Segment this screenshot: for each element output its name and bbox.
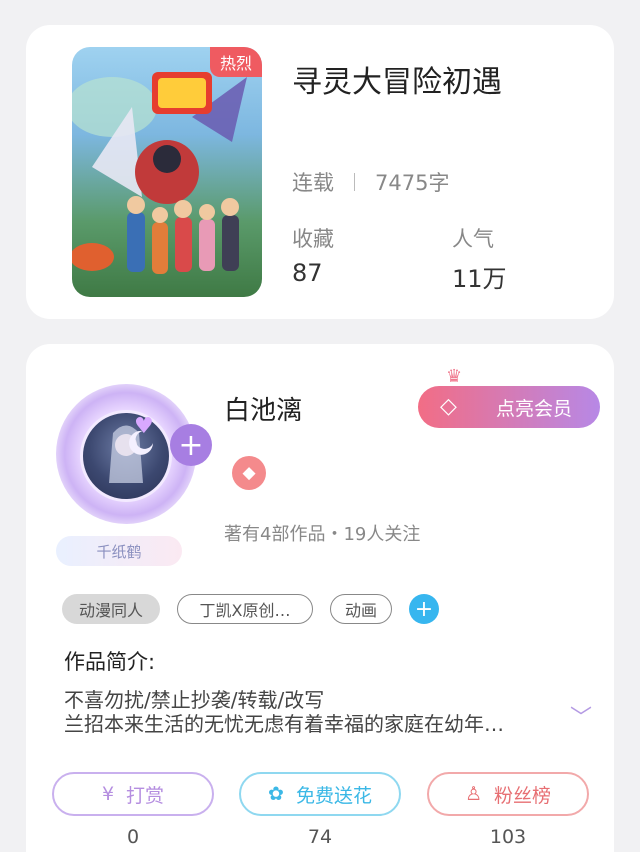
tag-item[interactable]: 丁凯X原创… xyxy=(177,594,313,624)
tag-item[interactable]: 动画 xyxy=(330,594,392,624)
book-cover-image[interactable]: 热烈 xyxy=(72,47,262,297)
yen-icon: ¥ xyxy=(101,783,115,805)
flower-icon: ✿ xyxy=(268,783,284,805)
intro-line: 兰招本来生活的无忧无虑有着幸福的家庭在幼年… xyxy=(64,712,504,736)
intro-line: 不喜勿扰/禁止抄袭/转载/改写 xyxy=(64,688,325,712)
serial-status: 连载 xyxy=(292,171,334,195)
divider xyxy=(354,173,355,191)
fans-icon: ♙ xyxy=(464,783,483,805)
intro-text: 不喜勿扰/禁止抄袭/转载/改写 兰招本来生活的无忧无虑有着幸福的家庭在幼年… xyxy=(64,688,544,736)
follow-plus-icon[interactable]: + xyxy=(170,424,212,466)
reward-label: 打赏 xyxy=(126,784,165,807)
vip-button-label: 点亮会员 xyxy=(495,397,572,420)
favorites-label: 收藏 xyxy=(292,227,334,251)
fans-rank-button[interactable]: ♙ 粉丝榜 xyxy=(427,772,589,816)
vip-activate-button[interactable]: ◇ 点亮会员 xyxy=(418,386,600,428)
intro-title: 作品简介: xyxy=(64,650,156,674)
add-tag-icon[interactable]: + xyxy=(409,594,439,624)
chevron-down-icon[interactable]: ﹀ xyxy=(570,700,592,732)
reward-count: 0 xyxy=(126,826,140,848)
book-title: 寻灵大冒险初遇 xyxy=(292,65,502,100)
diamond-icon: ◇ xyxy=(440,394,457,419)
crown-icon: ♛ xyxy=(446,366,463,387)
fans-count: 103 xyxy=(489,826,527,848)
fans-rank-label: 粉丝榜 xyxy=(494,784,552,807)
send-flower-button[interactable]: ✿ 免费送花 xyxy=(239,772,401,816)
reward-button[interactable]: ¥ 打赏 xyxy=(52,772,214,816)
hot-badge: 热烈 xyxy=(210,47,262,77)
author-avatar-frame[interactable]: ♥ + xyxy=(56,376,212,526)
author-card: ♥ + 千纸鹤 白池漓 ♛ ◇ 点亮会员 ◆ 著有4部作品・19人关注 动漫同人… xyxy=(26,344,614,852)
fan-badge: 千纸鹤 xyxy=(56,536,182,566)
author-works-info: 著有4部作品・19人关注 xyxy=(224,524,421,545)
favorites-value: 87 xyxy=(292,259,323,287)
word-count: 7475字 xyxy=(375,171,450,195)
tag-item[interactable]: 动漫同人 xyxy=(62,594,160,624)
flower-count: 74 xyxy=(307,826,333,848)
heart-icon: ♥ xyxy=(134,414,154,439)
diamond-badge-icon[interactable]: ◆ xyxy=(232,456,266,490)
author-name[interactable]: 白池漓 xyxy=(224,390,302,427)
popularity-label: 人气 xyxy=(452,227,494,251)
tag-list: 动漫同人 丁凯X原创… 动画 + xyxy=(62,594,439,624)
book-info-card: 热烈 寻灵大冒险初遇 连载 7475字 收藏 87 人气 11万 xyxy=(26,25,614,319)
popularity-value: 11万 xyxy=(452,265,507,293)
book-status-line: 连载 7475字 xyxy=(292,167,449,197)
cover-illustration xyxy=(72,72,247,274)
avatar xyxy=(80,410,172,502)
avatar-illustration xyxy=(109,425,153,483)
send-flower-label: 免费送花 xyxy=(295,784,372,807)
